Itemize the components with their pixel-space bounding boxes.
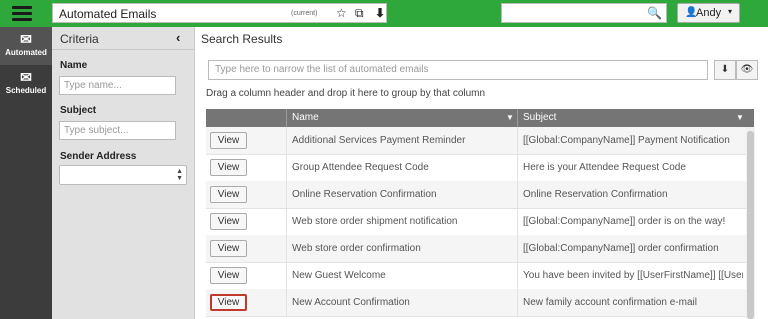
vertical-scrollbar[interactable] <box>746 127 755 319</box>
envelope-icon: ✉ <box>20 31 32 47</box>
sender-address-label: Sender Address <box>60 151 137 162</box>
view-button[interactable]: View <box>210 240 247 257</box>
star-icon[interactable]: ☆ <box>336 6 347 20</box>
table-row: View Additional Services Payment Reminde… <box>206 127 746 155</box>
envelope-icon: ✉ <box>20 69 32 85</box>
current-tag: (current) <box>291 10 318 17</box>
user-menu-button[interactable]: 👤 Andy ▾ <box>677 3 740 23</box>
sender-address-select[interactable]: ▲ ▼ <box>59 165 187 185</box>
caret-down-icon: ▾ <box>728 7 733 16</box>
collapse-icon[interactable]: ‹ <box>176 30 180 45</box>
column-header-subject[interactable]: Subject <box>523 112 556 123</box>
search-results-panel: Search Results Type here to narrow the l… <box>195 27 768 319</box>
subject-label: Subject <box>60 105 97 116</box>
eye-icon: 👁 <box>740 64 754 75</box>
row-subject: Here is your Attendee Request Code <box>523 162 686 173</box>
table-row: View Online Reservation Confirmation Onl… <box>206 181 746 209</box>
table-row: View Group Attendee Request Code Here is… <box>206 154 746 182</box>
name-label: Name <box>60 60 88 71</box>
view-button[interactable]: View <box>210 159 247 176</box>
nav-item-automated[interactable]: ✉ Automated <box>0 27 52 65</box>
group-hint: Drag a column header and drop it here to… <box>206 88 486 99</box>
select-arrows-icon: ▲ ▼ <box>176 168 183 182</box>
narrow-list-input[interactable]: Type here to narrow the list of automate… <box>208 60 708 80</box>
row-name: Additional Services Payment Reminder <box>292 135 466 146</box>
name-input[interactable]: Type name... <box>59 76 176 95</box>
criteria-header: Criteria ‹ <box>52 27 194 50</box>
row-name: New Guest Welcome <box>292 270 386 281</box>
top-bar: Automated Emails (current) ☆ ⧉ ⬇ 🔍 👤 And… <box>0 0 768 27</box>
column-header-name[interactable]: Name <box>292 112 319 123</box>
row-subject: [[Global:CompanyName]] Payment Notificat… <box>523 135 730 146</box>
nav-item-scheduled[interactable]: ✉ Scheduled <box>0 65 52 103</box>
subject-input[interactable]: Type subject... <box>59 121 176 140</box>
grid-header: Name ▼ Subject ▼ <box>206 109 754 127</box>
search-icon[interactable]: 🔍 <box>647 6 662 20</box>
criteria-panel: Criteria ‹ Name Type name... Subject Typ… <box>52 27 195 319</box>
row-subject: New family account confirmation e-mail <box>523 297 697 308</box>
filter-icon[interactable]: ▼ <box>736 113 744 122</box>
global-search-input[interactable]: 🔍 <box>501 3 667 23</box>
view-button[interactable]: View <box>210 294 247 311</box>
row-subject: [[Global:CompanyName]] order confirmatio… <box>523 243 719 254</box>
open-external-icon[interactable]: ⧉ <box>355 6 364 21</box>
scrollbar-thumb[interactable] <box>747 131 754 319</box>
row-subject: Online Reservation Confirmation <box>523 189 668 200</box>
row-subject: [[Global:CompanyName]] order is on the w… <box>523 216 726 227</box>
table-row: View Web store order shipment notificati… <box>206 208 746 236</box>
export-icon: ⬇ <box>720 64 730 75</box>
criteria-title: Criteria <box>60 32 99 46</box>
row-name: New Account Confirmation <box>292 297 410 308</box>
table-row: View Web store order confirmation [[Glob… <box>206 235 746 263</box>
view-button[interactable]: View <box>210 132 247 149</box>
view-button[interactable]: View <box>210 213 247 230</box>
column-visibility-button[interactable]: 👁 <box>736 60 758 80</box>
results-title: Search Results <box>201 32 283 46</box>
table-row: View New Guest Welcome You have been inv… <box>206 262 746 290</box>
filter-icon[interactable]: ▼ <box>506 113 514 122</box>
row-name: Group Attendee Request Code <box>292 162 429 173</box>
view-button[interactable]: View <box>210 186 247 203</box>
view-button[interactable]: View <box>210 267 247 284</box>
export-button[interactable]: ⬇ <box>714 60 736 80</box>
row-name: Web store order shipment notification <box>292 216 458 227</box>
nav-item-label: Automated <box>5 48 47 57</box>
page-title: Automated Emails <box>59 7 157 21</box>
user-name: Andy <box>696 7 722 19</box>
menu-icon[interactable] <box>12 6 32 22</box>
table-row: View New Account Confirmation New family… <box>206 289 746 317</box>
row-name: Web store order confirmation <box>292 243 421 254</box>
row-name: Online Reservation Confirmation <box>292 189 437 200</box>
row-subject: You have been invited by [[UserFirstName… <box>523 270 743 281</box>
download-icon[interactable]: ⬇ <box>375 6 385 20</box>
nav-item-label: Scheduled <box>5 86 47 95</box>
page-title-box: Automated Emails (current) ☆ ⧉ ⬇ <box>52 3 387 23</box>
left-nav: ✉ Automated ✉ Scheduled <box>0 27 52 319</box>
